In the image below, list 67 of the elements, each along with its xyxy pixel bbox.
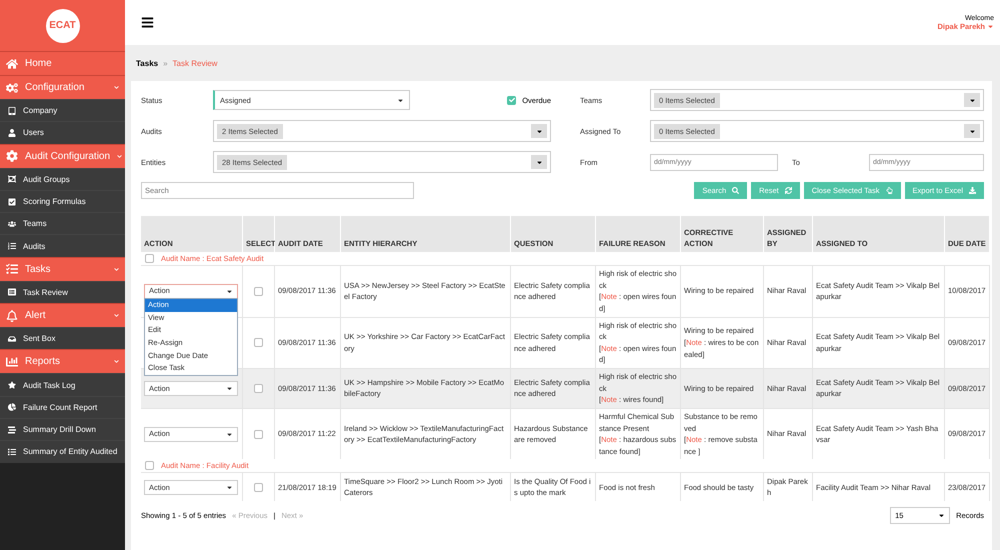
chevron-icon bbox=[114, 313, 119, 318]
row-checkbox[interactable] bbox=[254, 286, 263, 296]
row-checkbox[interactable] bbox=[254, 482, 263, 492]
tablet-icon bbox=[8, 106, 16, 115]
sidebar-item[interactable]: Company bbox=[0, 99, 125, 122]
user-icon bbox=[8, 128, 16, 137]
sidebar-item[interactable]: Audit Groups bbox=[0, 168, 125, 190]
menu-icon[interactable] bbox=[141, 16, 154, 29]
sidebar-item[interactable]: Users bbox=[0, 121, 125, 144]
download-icon bbox=[969, 187, 976, 194]
caret-icon bbox=[226, 430, 233, 438]
group-checkbox[interactable] bbox=[145, 461, 154, 470]
chevron-icon bbox=[114, 359, 119, 364]
bell-icon bbox=[6, 310, 18, 322]
caret-icon bbox=[536, 128, 542, 134]
pie-chart-icon bbox=[8, 403, 16, 412]
card-list-icon bbox=[8, 288, 16, 296]
chevron-icon bbox=[114, 85, 119, 90]
dropdown-button[interactable] bbox=[531, 155, 547, 169]
caret-icon bbox=[536, 158, 542, 166]
tasks-icon bbox=[6, 263, 18, 276]
sidebar-item[interactable]: Audit Task Log bbox=[0, 373, 125, 396]
caret-icon bbox=[226, 384, 233, 392]
caret-icon bbox=[987, 22, 994, 30]
bar-chart-icon bbox=[6, 356, 18, 368]
sidebar-item[interactable]: Summary Drill Down bbox=[0, 418, 125, 440]
sidebar-item[interactable]: Scoring Formulas bbox=[0, 190, 125, 212]
caret-icon bbox=[968, 96, 976, 104]
caret-icon bbox=[226, 484, 233, 491]
gears-icon bbox=[6, 82, 18, 94]
row-checkbox[interactable] bbox=[254, 430, 263, 439]
sidebar-item[interactable]: Teams bbox=[0, 212, 125, 234]
caret-icon bbox=[397, 96, 404, 104]
dropdown-button[interactable] bbox=[531, 124, 547, 138]
group-checkbox[interactable] bbox=[145, 254, 154, 263]
sidebar-item[interactable]: Sent Box bbox=[0, 327, 125, 350]
caret-icon bbox=[226, 288, 233, 295]
sidebar-item[interactable]: Audits bbox=[0, 234, 125, 257]
sidebar-item[interactable]: Failure Count Report bbox=[0, 396, 125, 418]
list-icon bbox=[8, 448, 16, 456]
gear-icon bbox=[6, 150, 18, 162]
row-checkbox[interactable] bbox=[254, 338, 263, 348]
inbox-icon bbox=[8, 334, 16, 343]
breadcrumb-current: Task Review bbox=[172, 58, 218, 68]
breadcrumb-link[interactable]: Tasks bbox=[136, 58, 158, 68]
chevron-icon bbox=[117, 154, 122, 159]
sidebar-item[interactable]: Task Review bbox=[0, 280, 125, 304]
search-icon bbox=[732, 187, 740, 194]
home-icon bbox=[6, 58, 18, 70]
checkbox-icon bbox=[8, 198, 16, 206]
refresh-icon bbox=[784, 187, 792, 194]
caret-icon bbox=[938, 512, 946, 520]
stream-icon bbox=[8, 426, 16, 434]
breadcrumb-separator: » bbox=[163, 58, 168, 68]
check-icon bbox=[508, 97, 515, 103]
numbered-list-icon bbox=[8, 242, 16, 250]
star-icon bbox=[8, 381, 16, 390]
hand-icon bbox=[886, 187, 893, 194]
dropdown-button[interactable] bbox=[964, 93, 980, 107]
logo: ECAT bbox=[46, 8, 80, 42]
dropdown-button[interactable] bbox=[964, 124, 980, 138]
group-icon bbox=[8, 175, 16, 184]
caret-icon bbox=[968, 128, 976, 134]
people-icon bbox=[8, 220, 16, 228]
row-checkbox[interactable] bbox=[254, 384, 263, 393]
sidebar-item[interactable]: Summary of Entity Audited bbox=[0, 440, 125, 463]
chevron-icon bbox=[114, 266, 119, 272]
